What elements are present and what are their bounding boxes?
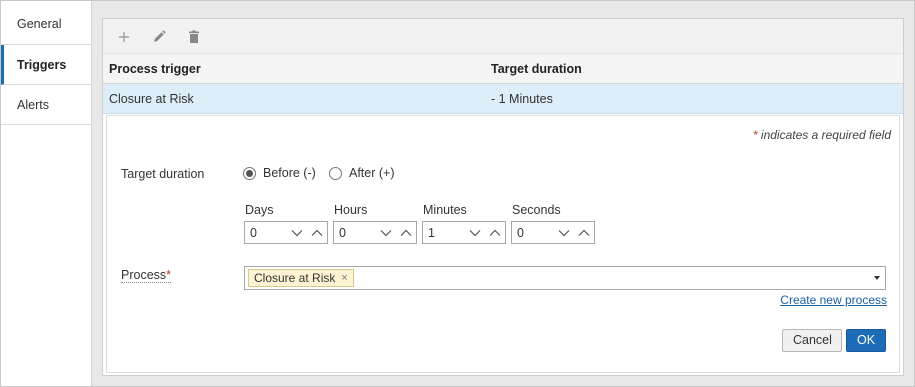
process-label: Process* [121, 268, 172, 283]
chevron-up-icon[interactable] [396, 222, 416, 243]
target-duration-label: Target duration [121, 167, 205, 181]
pencil-icon[interactable] [150, 28, 168, 46]
sidebar-item-general[interactable]: General [1, 1, 91, 45]
trash-icon[interactable] [185, 28, 203, 46]
table-header: Process trigger Target duration [103, 54, 903, 84]
process-required-star: * [166, 268, 172, 282]
minutes-label: Minutes [423, 203, 467, 217]
process-select[interactable]: Closure at Risk × [244, 266, 886, 290]
create-new-process-link[interactable]: Create new process [780, 293, 887, 307]
radio-before[interactable]: Before (-) [243, 166, 316, 180]
column-header-target-duration[interactable]: Target duration [491, 62, 582, 76]
days-label: Days [245, 203, 274, 217]
radio-after-label: After (+) [349, 166, 395, 180]
ok-button[interactable]: OK [846, 329, 886, 352]
process-chip-label: Closure at Risk [254, 271, 336, 285]
radio-after[interactable]: After (+) [329, 166, 395, 180]
column-header-process-trigger[interactable]: Process trigger [109, 62, 201, 76]
seconds-value[interactable]: 0 [512, 226, 554, 240]
sidebar-item-alerts[interactable]: Alerts [1, 85, 91, 125]
hours-stepper[interactable]: 0 [333, 221, 417, 244]
caret-down-icon[interactable] [874, 276, 880, 280]
minutes-value[interactable]: 1 [423, 226, 465, 240]
chevron-down-icon[interactable] [376, 222, 396, 243]
hours-label: Hours [334, 203, 368, 217]
triggers-panel: Process trigger Target duration Closure … [102, 18, 904, 376]
chevron-up-icon[interactable] [574, 222, 594, 243]
days-value[interactable]: 0 [245, 226, 287, 240]
plus-icon[interactable] [115, 28, 133, 46]
required-note-text: indicates a required field [757, 128, 891, 142]
window-frame: General Triggers Alerts Process trigger … [0, 0, 915, 387]
chevron-down-icon[interactable] [287, 222, 307, 243]
sidebar-tabs: General Triggers Alerts [1, 1, 92, 386]
chevron-down-icon[interactable] [465, 222, 485, 243]
content-area: Process trigger Target duration Closure … [92, 1, 914, 386]
radio-before-label: Before (-) [263, 166, 316, 180]
process-chip: Closure at Risk × [248, 269, 354, 287]
required-field-note: * indicates a required field [753, 128, 891, 142]
toolbar [103, 19, 903, 54]
cell-target-duration: - 1 Minutes [491, 92, 553, 106]
radio-after-dot[interactable] [329, 166, 342, 180]
chevron-up-icon[interactable] [307, 222, 327, 243]
close-icon[interactable]: × [341, 270, 347, 286]
cell-process-trigger: Closure at Risk [109, 92, 194, 106]
hours-value[interactable]: 0 [334, 226, 376, 240]
seconds-label: Seconds [512, 203, 561, 217]
chevron-down-icon[interactable] [554, 222, 574, 243]
trigger-edit-form: * indicates a required field Target dura… [106, 115, 900, 373]
cancel-button[interactable]: Cancel [782, 329, 842, 352]
radio-before-dot[interactable] [243, 166, 256, 180]
process-label-text: Process [121, 268, 167, 282]
seconds-stepper[interactable]: 0 [511, 221, 595, 244]
days-stepper[interactable]: 0 [244, 221, 328, 244]
chevron-up-icon[interactable] [485, 222, 505, 243]
minutes-stepper[interactable]: 1 [422, 221, 506, 244]
table-row[interactable]: Closure at Risk - 1 Minutes [103, 84, 903, 114]
sidebar-item-triggers[interactable]: Triggers [1, 45, 91, 85]
